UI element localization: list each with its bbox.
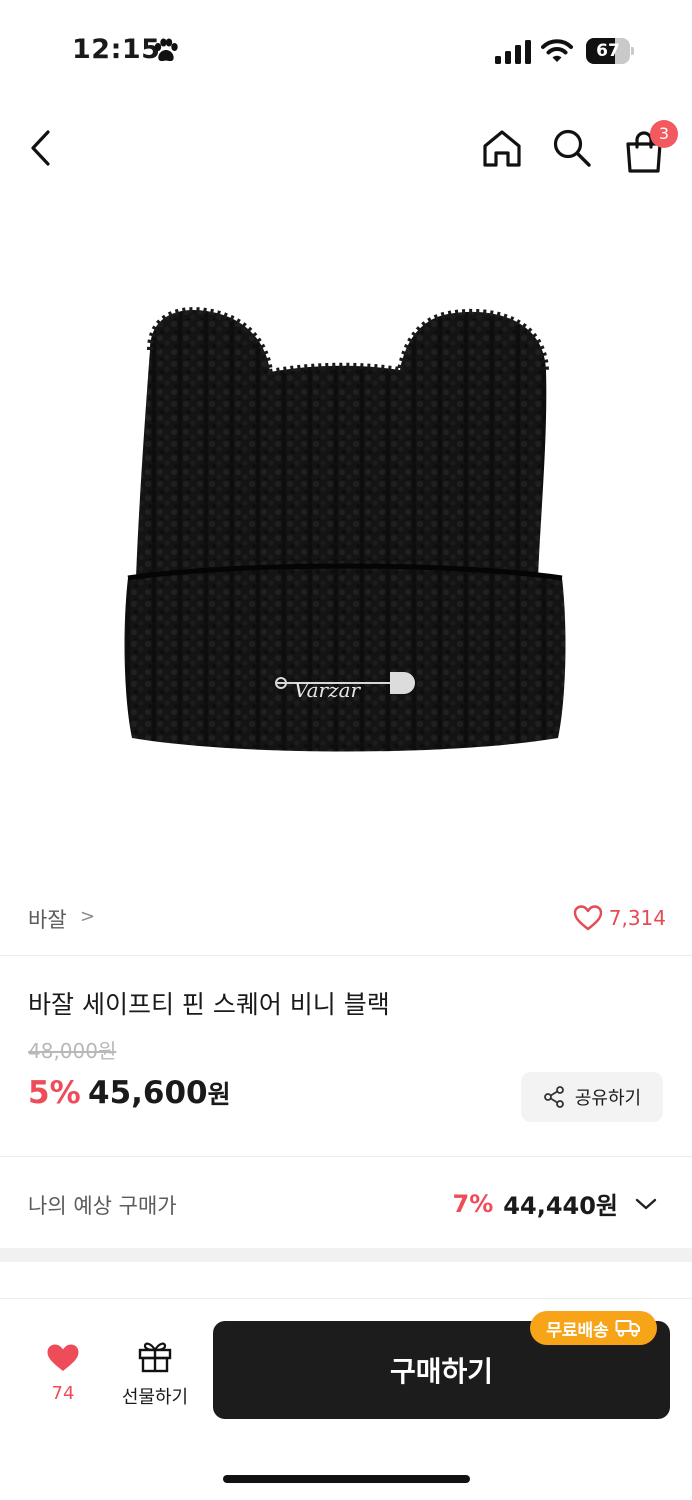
expected-price-toggle[interactable]: 7% 44,440원 [453, 1186, 658, 1221]
beanie-cuff [124, 566, 566, 752]
wishlist-button[interactable]: 74 [30, 1339, 96, 1413]
battery-indicator: 67 [586, 38, 634, 64]
free-shipping-badge: 무료배송 [530, 1311, 657, 1345]
brand-row: 바잘 > 7,314 [0, 880, 692, 956]
expected-price-label: 나의 예상 구매가 [28, 1194, 177, 1218]
cart-count-badge: 3 [650, 120, 678, 148]
product-info: 바잘 세이프티 핀 스퀘어 비니 블랙 48,000원 5% 45,600원 공… [0, 957, 692, 1157]
brand-chevron: > [80, 906, 96, 927]
gift-icon [138, 1342, 172, 1373]
brand-link[interactable]: 바잘 [28, 904, 67, 934]
expected-discount-rate: 7% [452, 1189, 494, 1218]
sale-price-unit: 원 [207, 1080, 231, 1109]
back-button[interactable] [22, 124, 62, 172]
search-button[interactable] [548, 124, 596, 172]
expected-price-row[interactable]: 나의 예상 구매가 7% 44,440원 [0, 1158, 692, 1248]
chevron-left-icon [31, 130, 50, 166]
heart-outline-icon [573, 905, 602, 931]
status-bar: 12:15 67 [0, 0, 692, 100]
wishlist-count: 74 [51, 1383, 75, 1404]
gift-button[interactable]: 선물하기 [112, 1337, 198, 1413]
expected-price: 44,440원 [503, 1192, 618, 1220]
original-price: 48,000원 [28, 1039, 117, 1063]
beanie-crown [136, 310, 547, 580]
sale-price-number: 45,600 [88, 1075, 208, 1111]
chevron-down-icon [635, 1198, 657, 1209]
home-button[interactable] [478, 124, 526, 172]
heart-filled-icon [47, 1344, 79, 1371]
brand-like-count: 7,314 [608, 906, 666, 930]
cart-button[interactable]: 3 [620, 120, 680, 176]
signal-icon [495, 40, 531, 64]
free-shipping-label: 무료배송 [546, 1320, 609, 1341]
paw-icon [154, 38, 178, 62]
discount-rate: 5% [28, 1075, 81, 1111]
product-image[interactable]: Varzar [0, 200, 692, 870]
sale-price: 45,600원 [88, 1075, 231, 1111]
brand-like-button[interactable]: 7,314 [573, 902, 666, 934]
gift-label: 선물하기 [121, 1387, 189, 1408]
top-nav-bar: 3 [0, 110, 692, 186]
buy-label: 구매하기 [389, 1355, 494, 1388]
share-label: 공유하기 [574, 1088, 642, 1109]
share-icon [543, 1086, 564, 1108]
home-indicator [223, 1475, 470, 1483]
bottom-action-bar: 74 선물하기 구매하기 무료배송 [0, 1298, 692, 1500]
battery-level: 67 [596, 41, 620, 61]
logo-text: Varzar [294, 678, 362, 702]
status-time: 12:15 [72, 34, 161, 65]
search-icon [553, 129, 591, 167]
product-name: 바잘 세이프티 핀 스퀘어 비니 블랙 [28, 990, 390, 1019]
section-divider [0, 1248, 692, 1262]
home-icon [483, 130, 521, 167]
wifi-icon [541, 39, 573, 62]
share-button[interactable]: 공유하기 [521, 1072, 663, 1122]
truck-icon [615, 1320, 640, 1337]
